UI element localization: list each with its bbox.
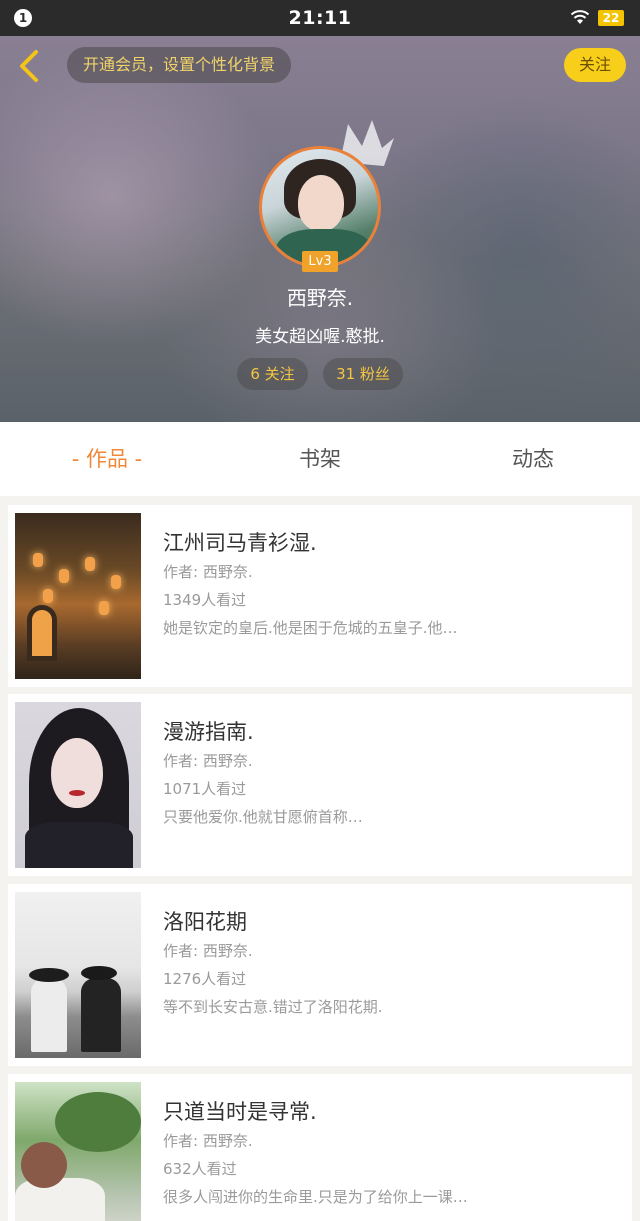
following-count-button[interactable]: 6 关注 bbox=[237, 358, 308, 390]
status-time: 21:11 bbox=[288, 7, 352, 29]
book-title: 洛阳花期 bbox=[163, 910, 247, 934]
book-title: 江州司马青衫湿. bbox=[163, 531, 317, 555]
book-views: 1071人看过 bbox=[163, 780, 247, 798]
book-author: 作者: 西野奈. bbox=[163, 563, 253, 581]
level-badge: Lv3 bbox=[302, 251, 338, 272]
book-title: 漫游指南. bbox=[163, 720, 254, 744]
avatar[interactable] bbox=[259, 146, 381, 268]
book-cover-image bbox=[15, 892, 141, 1058]
book-author: 作者: 西野奈. bbox=[163, 942, 253, 960]
book-description: 等不到长安古意.错过了洛阳花期. bbox=[163, 998, 383, 1016]
follow-button[interactable]: 关注 bbox=[564, 48, 626, 82]
book-list-item[interactable]: 漫游指南. 作者: 西野奈. 1071人看过 只要他爱你.他就甘愿俯首称… bbox=[8, 694, 632, 876]
book-cover-image bbox=[15, 1082, 141, 1221]
book-author: 作者: 西野奈. bbox=[163, 1132, 253, 1150]
profile-tabs: - 作品 - 书架 动态 bbox=[0, 422, 640, 496]
profile-header: 开通会员，设置个性化背景 关注 Lv3 西野奈. 美女超凶喔.憨批. 6 关注 … bbox=[0, 36, 640, 422]
book-cover-image bbox=[15, 513, 141, 679]
book-views: 1349人看过 bbox=[163, 591, 247, 609]
status-bar: 1 21:11 22 bbox=[0, 0, 640, 36]
book-list-item[interactable]: 洛阳花期 作者: 西野奈. 1276人看过 等不到长安古意.错过了洛阳花期. bbox=[8, 884, 632, 1066]
book-description: 只要他爱你.他就甘愿俯首称… bbox=[163, 808, 363, 826]
tab-bookshelf[interactable]: 书架 bbox=[230, 422, 410, 496]
book-title: 只道当时是寻常. bbox=[163, 1100, 317, 1124]
fans-count-button[interactable]: 31 粉丝 bbox=[323, 358, 403, 390]
book-description: 她是钦定的皇后.他是困于危城的五皇子.他… bbox=[163, 619, 458, 637]
tab-works[interactable]: - 作品 - bbox=[17, 422, 197, 496]
book-author: 作者: 西野奈. bbox=[163, 752, 253, 770]
book-list-item[interactable]: 江州司马青衫湿. 作者: 西野奈. 1349人看过 她是钦定的皇后.他是困于危城… bbox=[8, 505, 632, 687]
vip-banner-button[interactable]: 开通会员，设置个性化背景 bbox=[67, 47, 292, 83]
book-views: 632人看过 bbox=[163, 1160, 237, 1178]
book-list-item[interactable]: 只道当时是寻常. 作者: 西野奈. 632人看过 很多人闯进你的生命里.只是为了… bbox=[8, 1074, 632, 1221]
wifi-icon bbox=[570, 10, 590, 24]
user-bio: 美女超凶喔.憨批. bbox=[255, 327, 385, 347]
battery-indicator: 22 bbox=[598, 10, 624, 26]
book-cover-image bbox=[15, 702, 141, 868]
username: 西野奈. bbox=[286, 286, 354, 310]
back-arrow-icon[interactable] bbox=[12, 46, 48, 86]
book-views: 1276人看过 bbox=[163, 970, 247, 988]
book-description: 很多人闯进你的生命里.只是为了给你上一课… bbox=[163, 1188, 468, 1206]
tab-activity[interactable]: 动态 bbox=[443, 422, 623, 496]
